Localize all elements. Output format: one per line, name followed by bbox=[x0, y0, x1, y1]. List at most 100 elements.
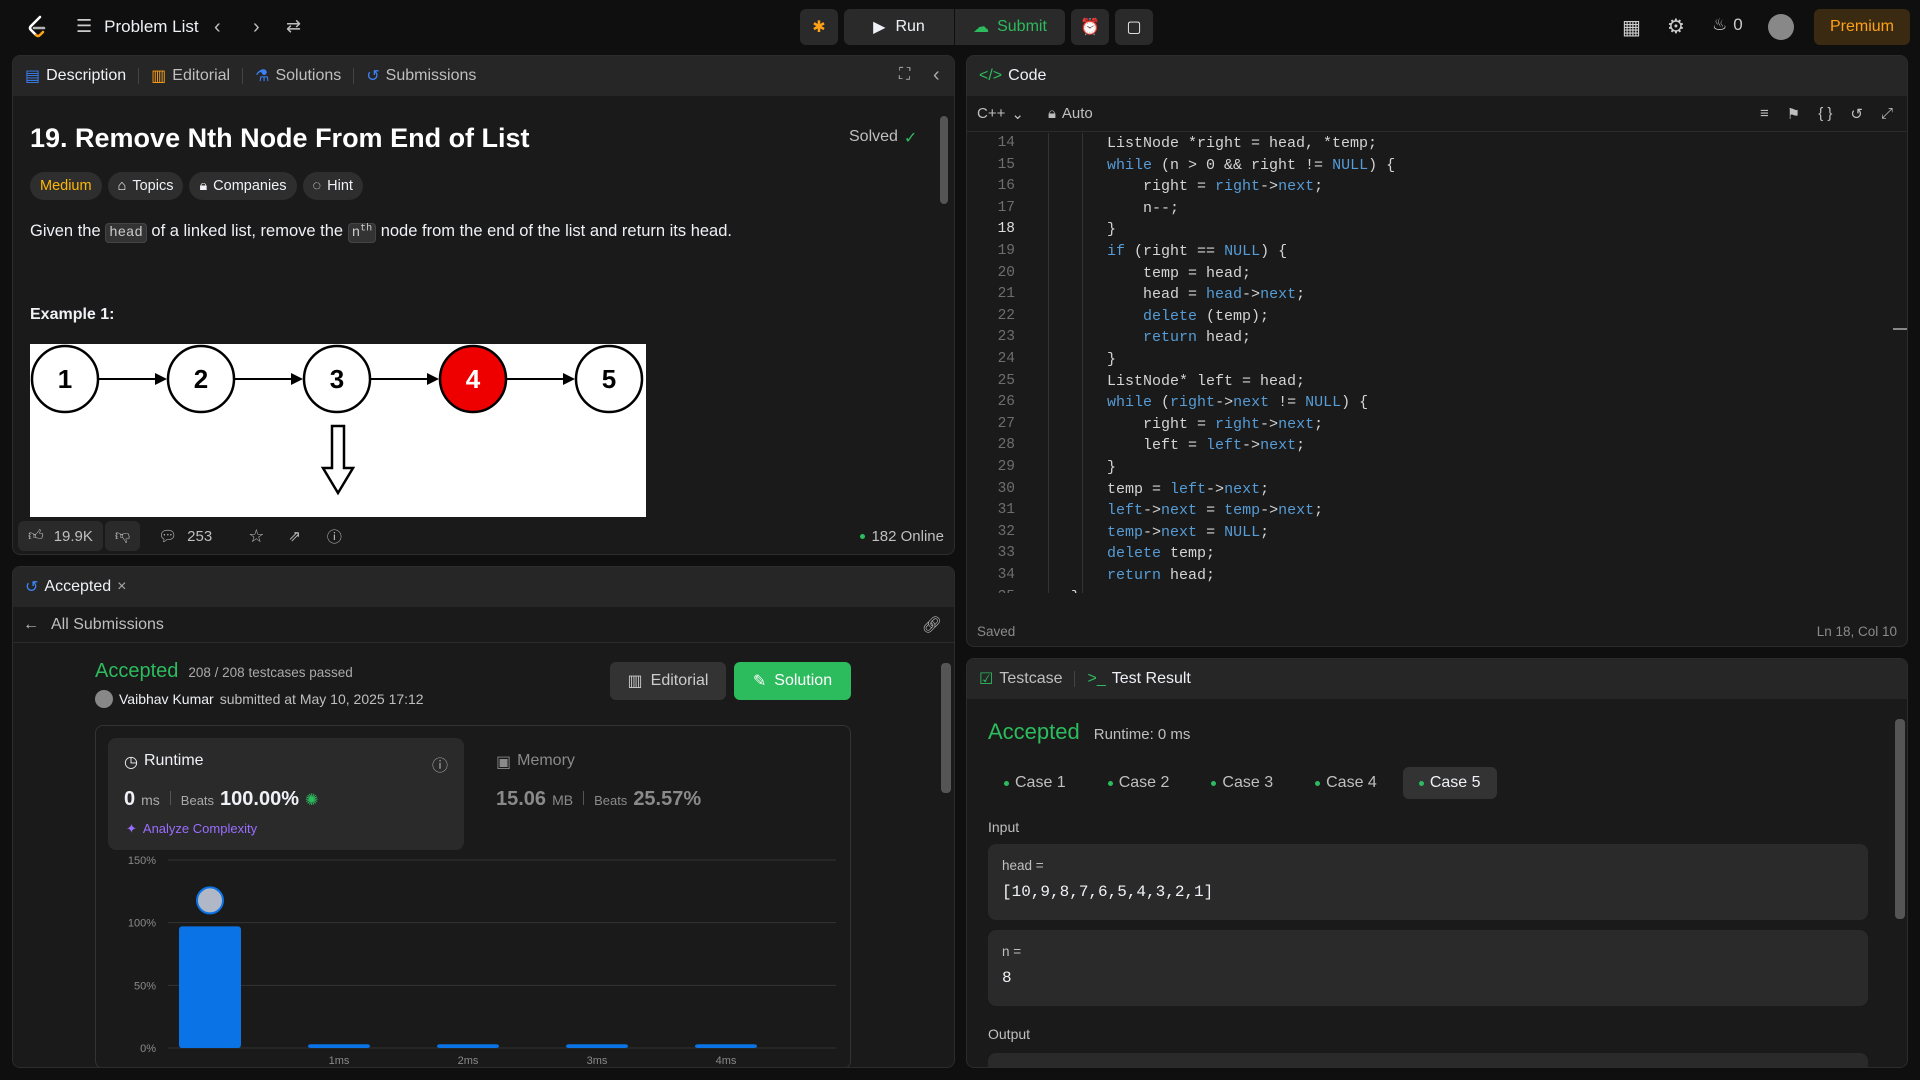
case-tab[interactable]: Case 5 bbox=[1402, 767, 1497, 799]
scrollbar[interactable] bbox=[941, 663, 951, 793]
expand-icon[interactable]: ⤢ bbox=[1881, 105, 1893, 123]
shuffle-icon[interactable]: ⇄ bbox=[286, 16, 301, 37]
code-line: delete temp; bbox=[1107, 545, 1216, 563]
collapse-icon[interactable]: ‹ bbox=[933, 64, 940, 87]
tab-editorial[interactable]: ▥ Editorial bbox=[139, 56, 242, 96]
solution-button[interactable]: ✎ Solution bbox=[734, 662, 851, 700]
debug-icon[interactable]: ✱ bbox=[800, 9, 838, 45]
runtime-card[interactable]: ◷ Runtime ⓘ 0 ms Beats 100.00% ✺ ✦ Analyze… bbox=[108, 738, 464, 850]
like-button[interactable]: 👍︎ 19.9K bbox=[18, 521, 103, 551]
tab-accepted[interactable]: ↺ Accepted × bbox=[13, 567, 138, 607]
streak-value: 0 bbox=[1733, 15, 1743, 34]
prev-problem-icon[interactable]: ‹ bbox=[214, 16, 221, 39]
case-label: Case 3 bbox=[1222, 774, 1274, 791]
auto-mode[interactable]: 🔒︎ Auto bbox=[1048, 105, 1093, 122]
tab-testcase[interactable]: ☑ Testcase bbox=[967, 659, 1074, 699]
run-label: Run bbox=[895, 18, 925, 35]
line-number: 15 bbox=[997, 156, 1015, 173]
tab-submissions[interactable]: ↺ Submissions bbox=[354, 56, 488, 96]
tab-description[interactable]: ▤ Description bbox=[13, 56, 138, 96]
link-icon[interactable]: 🔗︎ bbox=[922, 615, 942, 635]
memory-header[interactable]: ▣ Memory bbox=[496, 752, 575, 772]
layout-icon[interactable]: ▦ bbox=[1622, 15, 1641, 40]
beats-label: Beats bbox=[180, 793, 215, 808]
case-tab[interactable]: Case 2 bbox=[1092, 767, 1186, 799]
leetcode-logo-icon[interactable] bbox=[24, 14, 50, 40]
streak-counter[interactable]: ♨ 0 bbox=[1712, 15, 1743, 35]
code-tabs: </> Code bbox=[967, 56, 1907, 96]
mode-label: Auto bbox=[1061, 105, 1093, 122]
help-icon[interactable]: ⓘ bbox=[327, 526, 342, 547]
runtime-bar[interactable] bbox=[566, 1044, 628, 1048]
case-tab[interactable]: Case 1 bbox=[988, 767, 1082, 799]
memory-label: Memory bbox=[517, 752, 575, 769]
comments-button[interactable]: 💬︎ 253 bbox=[158, 527, 212, 546]
scrollbar[interactable] bbox=[1895, 719, 1905, 919]
online-dot bbox=[860, 533, 866, 539]
gear-icon[interactable]: ⚙ bbox=[1667, 14, 1685, 39]
memory-value: 15.06 bbox=[496, 788, 547, 810]
n-input-box[interactable]: n = 8 bbox=[988, 930, 1868, 1006]
history-icon: ↺ bbox=[25, 579, 39, 596]
top-bar: ☰ Problem List ‹ › ⇄ ✱ ▶ Run ☁ Submit ⏰ ▢ … bbox=[0, 0, 1920, 54]
close-icon[interactable]: × bbox=[117, 578, 126, 596]
problem-list-button[interactable]: ☰ Problem List bbox=[76, 16, 199, 37]
run-button[interactable]: ▶ Run bbox=[844, 9, 954, 45]
scrollbar-marker bbox=[1893, 328, 1907, 330]
star-icon[interactable]: ☆ bbox=[248, 526, 264, 547]
tab-solutions[interactable]: ⚗ Solutions bbox=[243, 56, 353, 96]
analyze-complexity-link[interactable]: ✦ Analyze Complexity bbox=[126, 821, 257, 837]
line-number: 17 bbox=[997, 199, 1015, 216]
statement-text: of a linked list, remove the bbox=[146, 222, 348, 240]
case-tab[interactable]: Case 3 bbox=[1195, 767, 1289, 799]
fullscreen-icon[interactable]: ⛶ bbox=[899, 66, 910, 84]
username[interactable]: Vaibhav Kumar bbox=[119, 691, 214, 707]
head-input-box[interactable]: head = [10,9,8,7,6,5,4,3,2,1] bbox=[988, 844, 1868, 920]
line-number: 14 bbox=[997, 135, 1015, 151]
language-select[interactable]: C++ ⌄ bbox=[977, 105, 1024, 123]
code-editor[interactable]: 14 ListNode *right = head, *temp; 15 whil… bbox=[967, 133, 1897, 593]
result-status: Accepted Runtime: 0 ms bbox=[988, 719, 1190, 745]
scrollbar[interactable] bbox=[940, 116, 948, 204]
n-label: n = bbox=[1002, 944, 1022, 959]
terminal-icon: >_ bbox=[1087, 670, 1106, 687]
edit-icon: ✎ bbox=[752, 673, 767, 690]
dislike-button[interactable]: 👎︎ bbox=[104, 521, 141, 551]
alarm-icon[interactable]: ⏰ bbox=[1071, 9, 1109, 45]
statement-text: Given the bbox=[30, 222, 106, 240]
divider bbox=[583, 791, 585, 805]
submit-button[interactable]: ☁ Submit bbox=[955, 9, 1065, 45]
editorial-button[interactable]: ▥ Editorial bbox=[610, 662, 726, 700]
reset-icon[interactable]: ↺ bbox=[1850, 105, 1863, 123]
format-icon[interactable]: ≡ bbox=[1760, 105, 1769, 123]
all-submissions-link[interactable]: All Submissions bbox=[51, 616, 164, 634]
code-icon: </> bbox=[979, 67, 1003, 84]
saved-status: Saved bbox=[977, 623, 1016, 639]
indent-guide bbox=[1048, 133, 1049, 593]
info-icon[interactable]: ⓘ bbox=[432, 752, 448, 776]
share-icon[interactable]: ⇗ bbox=[288, 527, 301, 545]
runtime-bar[interactable] bbox=[437, 1044, 499, 1048]
nth-superscript: th bbox=[360, 223, 373, 235]
avatar[interactable] bbox=[1768, 14, 1794, 40]
tab-test-result[interactable]: >_ Test Result bbox=[1075, 659, 1202, 699]
output-label: Output bbox=[988, 1026, 1031, 1042]
topics-chip[interactable]: ⌂ Topics bbox=[107, 172, 184, 200]
runtime-bar[interactable] bbox=[179, 926, 241, 1048]
companies-chip[interactable]: 🔒︎ Companies bbox=[189, 172, 297, 200]
braces-icon[interactable]: { } bbox=[1818, 105, 1832, 123]
next-problem-icon[interactable]: › bbox=[253, 16, 260, 39]
pass-dot bbox=[1315, 780, 1321, 786]
online-indicator: 182 Online bbox=[860, 528, 944, 545]
arrow-left-icon[interactable]: ← bbox=[23, 616, 39, 634]
note-icon[interactable]: ▢ bbox=[1115, 9, 1153, 45]
bookmark-icon[interactable]: ⚑ bbox=[1787, 105, 1800, 123]
runtime-bar[interactable] bbox=[308, 1044, 370, 1048]
companies-label: Companies bbox=[213, 178, 287, 194]
case-tab[interactable]: Case 4 bbox=[1299, 767, 1393, 799]
runtime-bar[interactable] bbox=[695, 1044, 757, 1048]
premium-button[interactable]: Premium bbox=[1814, 9, 1910, 45]
line-number: 21 bbox=[997, 286, 1015, 303]
tab-code[interactable]: </> Code bbox=[967, 56, 1058, 96]
hint-chip[interactable]: ◌ Hint bbox=[302, 172, 363, 200]
